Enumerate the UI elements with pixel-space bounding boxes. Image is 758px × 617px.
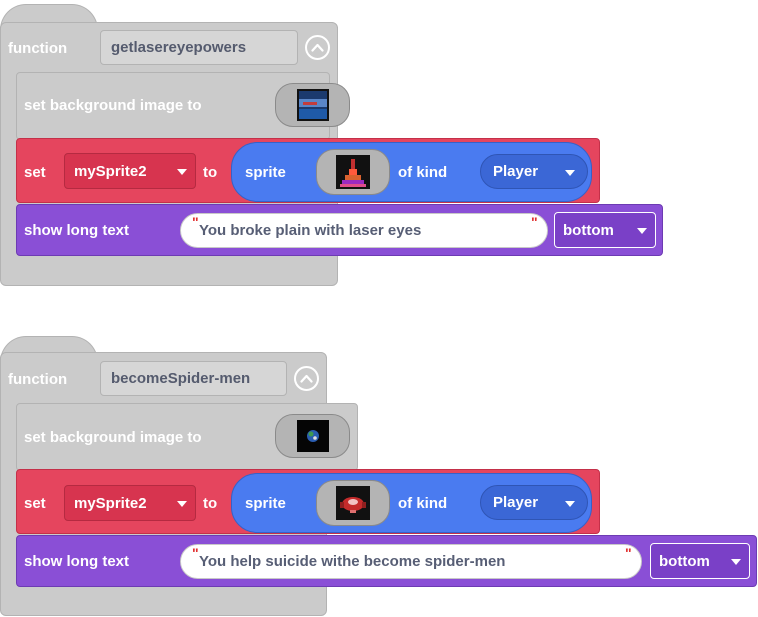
background-image-picker[interactable] [275, 83, 350, 127]
kind-value: Player [493, 163, 539, 180]
variable-name: mySprite2 [74, 162, 147, 180]
dropdown-arrow-icon [731, 559, 741, 565]
sprite-image-picker[interactable] [316, 149, 390, 195]
function-keyword: function [8, 371, 68, 388]
collapse-chevron-icon[interactable] [294, 366, 319, 391]
kind-value: Player [493, 494, 539, 511]
position-dropdown[interactable]: bottom [650, 543, 750, 579]
position-value: bottom [659, 552, 710, 570]
kind-dropdown[interactable]: Player [480, 485, 588, 520]
function-keyword: function [8, 40, 68, 57]
sprite-label: sprite [245, 164, 286, 181]
set-label: set [24, 495, 46, 512]
of-kind-label: of kind [398, 495, 448, 512]
kind-dropdown[interactable]: Player [480, 154, 588, 189]
dropdown-arrow-icon [565, 170, 575, 176]
sprite-image-thumbnail [336, 486, 370, 520]
position-value: bottom [563, 221, 614, 239]
close-quote-icon: " [625, 545, 632, 561]
sprite-label: sprite [245, 495, 286, 512]
variable-dropdown[interactable]: mySprite2 [64, 153, 196, 189]
open-quote-icon: " [192, 214, 199, 230]
function-name-field[interactable]: getlasereyepowers [100, 30, 298, 65]
position-dropdown[interactable]: bottom [554, 212, 656, 248]
set-label: set [24, 164, 46, 181]
of-kind-label: of kind [398, 164, 448, 181]
show-long-text-label: show long text [24, 553, 129, 570]
to-label: to [203, 164, 218, 181]
variable-dropdown[interactable]: mySprite2 [64, 485, 196, 521]
variable-name: mySprite2 [74, 494, 147, 512]
show-long-text-label: show long text [24, 222, 129, 239]
sprite-image-picker[interactable] [316, 480, 390, 526]
dropdown-arrow-icon [565, 501, 575, 507]
collapse-chevron-icon[interactable] [305, 35, 330, 60]
to-label: to [203, 495, 218, 512]
function-name-field[interactable]: becomeSpider-men [100, 361, 287, 396]
background-image-thumbnail [296, 89, 329, 121]
dropdown-arrow-icon [177, 501, 187, 507]
long-text-input[interactable]: You help suicide withe become spider-men [180, 544, 642, 579]
long-text-input[interactable]: You broke plain with laser eyes [180, 213, 548, 248]
dropdown-arrow-icon [177, 169, 187, 175]
background-image-picker[interactable] [275, 414, 350, 458]
background-image-thumbnail [296, 420, 329, 452]
sprite-image-thumbnail [336, 155, 370, 189]
dropdown-arrow-icon [637, 228, 647, 234]
close-quote-icon: " [531, 214, 538, 230]
set-background-label: set background image to [24, 429, 202, 446]
set-background-label: set background image to [24, 97, 202, 114]
open-quote-icon: " [192, 545, 199, 561]
